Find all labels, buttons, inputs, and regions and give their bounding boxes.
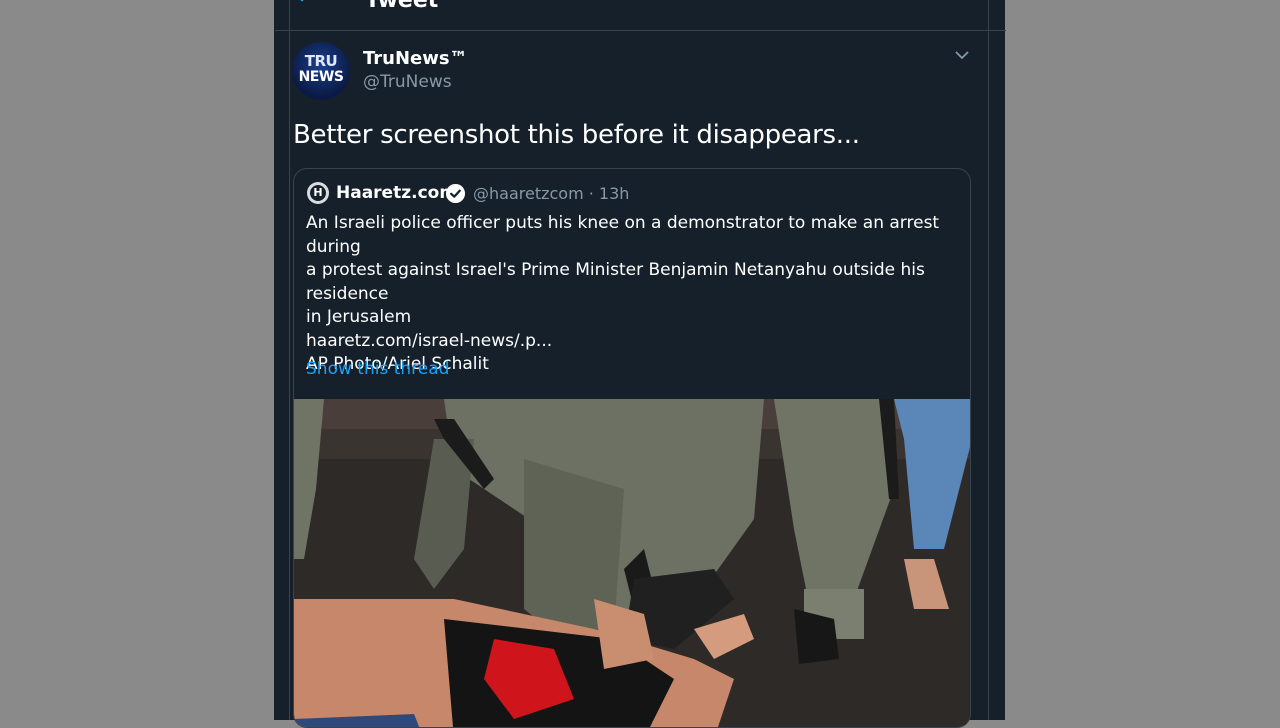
tweet-column: Tweet TRU NEWS TruNews™ @TruNews Better …	[275, 0, 1006, 728]
quote-body-line: An Israeli police officer puts his knee …	[306, 213, 940, 257]
quote-logo-text: H	[310, 185, 326, 201]
avatar[interactable]: TRU NEWS	[292, 42, 350, 100]
tweet-text: Better screenshot this before it disappe…	[293, 120, 860, 150]
avatar-line-1: TRU	[304, 52, 338, 70]
page-title: Tweet	[365, 0, 439, 13]
chevron-down-icon[interactable]	[953, 46, 971, 64]
author-name[interactable]: TruNews™	[363, 48, 468, 69]
quote-avatar[interactable]: H	[307, 182, 329, 204]
quote-link[interactable]: haaretz.com/israel-news/.p...	[306, 330, 966, 354]
page-header: Tweet	[275, 0, 1006, 31]
avatar-line-2: NEWS	[298, 69, 344, 85]
quote-handle-time: @haaretzcom · 13h	[473, 184, 630, 203]
quote-photo[interactable]	[294, 399, 970, 727]
back-arrow-icon[interactable]	[297, 0, 317, 10]
quote-body-line: in Jerusalem	[306, 307, 412, 327]
quoted-tweet[interactable]: H Haaretz.com @haaretzcom · 13h An Israe…	[293, 168, 971, 728]
protest-photo-image	[294, 399, 970, 727]
quote-body-line: a protest against Israel's Prime Ministe…	[306, 260, 925, 304]
quote-author-name[interactable]: Haaretz.com	[336, 183, 457, 203]
avatar-logo-text: TRU NEWS	[292, 53, 350, 85]
show-thread-link[interactable]: Show this thread	[306, 359, 449, 379]
quote-body: An Israeli police officer puts his knee …	[306, 212, 966, 377]
verified-badge-icon	[445, 183, 466, 204]
author-handle[interactable]: @TruNews	[363, 72, 452, 92]
